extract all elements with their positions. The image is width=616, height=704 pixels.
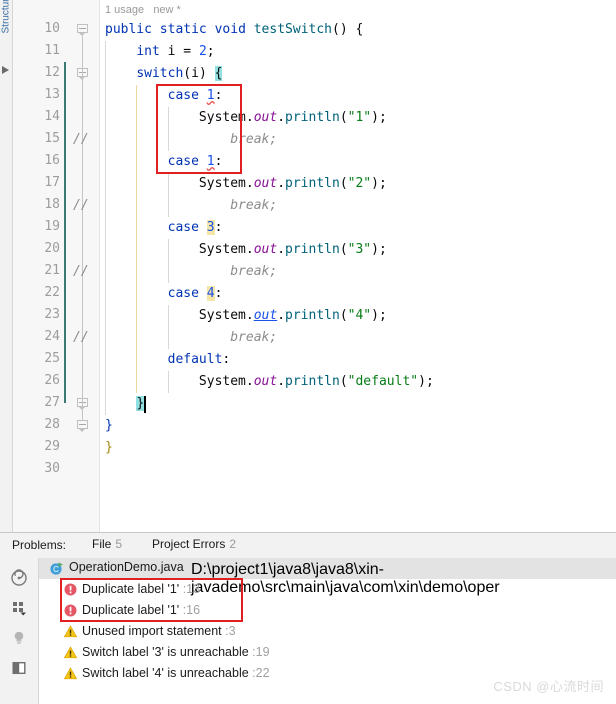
left-tool-window-strip: Structure bbox=[0, 0, 13, 532]
line-number: 28 bbox=[44, 417, 60, 432]
problem-item[interactable]: Switch label '4' is unreachable :22 bbox=[63, 663, 270, 687]
commented-out-marker[interactable]: // bbox=[73, 195, 89, 217]
indent-guide bbox=[167, 305, 169, 349]
problems-sidebar bbox=[0, 558, 39, 704]
code-line[interactable]: break; bbox=[105, 261, 277, 283]
line-number: 14 bbox=[44, 109, 60, 124]
watermark: CSDN @心流时间 bbox=[493, 679, 604, 694]
indent-guide bbox=[105, 41, 106, 415]
annotation-box-duplicate-case bbox=[156, 84, 242, 174]
inspection-scope-icon[interactable] bbox=[10, 569, 28, 587]
line-number: 18 bbox=[44, 197, 60, 212]
code-line[interactable]: } bbox=[105, 393, 145, 415]
fold-rail bbox=[82, 80, 83, 398]
problems-tool-window: Problems: File 5 Project Errors 2 C Oper… bbox=[0, 532, 616, 704]
line-number: 13 bbox=[44, 87, 60, 102]
commented-out-marker[interactable]: // bbox=[73, 327, 89, 349]
problem-message: Switch label '4' is unreachable bbox=[82, 666, 249, 680]
line-number: 26 bbox=[44, 373, 60, 388]
code-line[interactable]: case 3: bbox=[105, 217, 222, 239]
code-line[interactable]: System.out.println("default"); bbox=[105, 371, 434, 393]
problem-item[interactable]: Switch label '3' is unreachable :19 bbox=[63, 642, 270, 663]
code-line[interactable]: } bbox=[105, 437, 113, 459]
ide-window: Structure 10 11 12 13 14 15 16 17 18 19 20 21 22 23 24… bbox=[0, 0, 616, 704]
tab-file[interactable]: File 5 bbox=[92, 537, 131, 561]
problems-file-name: OperationDemo.java bbox=[69, 560, 184, 574]
commented-out-marker[interactable]: // bbox=[73, 261, 89, 283]
line-number-gutter: 10 11 12 13 14 15 16 17 18 19 20 21 22 23 24 25 26 27 28 29… bbox=[13, 0, 66, 532]
tab-file-count: 5 bbox=[115, 537, 123, 551]
line-number: 12 bbox=[44, 65, 60, 80]
warning-icon bbox=[63, 666, 78, 687]
line-number: 21 bbox=[44, 263, 60, 278]
indent-guide bbox=[167, 371, 169, 393]
line-number: 23 bbox=[44, 307, 60, 322]
code-line[interactable]: public static void testSwitch() { bbox=[105, 19, 363, 41]
line-number: 29 bbox=[44, 439, 60, 454]
commented-out-marker[interactable]: // bbox=[73, 129, 89, 151]
expand-arrow-icon[interactable] bbox=[2, 66, 9, 74]
preview-pane-icon[interactable] bbox=[10, 659, 28, 677]
problem-line-number: :22 bbox=[252, 666, 270, 680]
line-number: 17 bbox=[44, 175, 60, 190]
code-line[interactable]: default: bbox=[105, 349, 231, 371]
group-by-icon[interactable] bbox=[10, 599, 28, 617]
code-line[interactable]: System.out.println("4"); bbox=[105, 305, 387, 327]
line-number: 22 bbox=[44, 285, 60, 300]
problem-message: Switch label '3' is unreachable bbox=[82, 645, 249, 659]
code-vision-hint[interactable]: 1 usage new * bbox=[105, 0, 181, 21]
code-line[interactable]: System.out.println("2"); bbox=[105, 173, 387, 195]
line-number: 27 bbox=[44, 395, 60, 410]
line-number: 10 bbox=[44, 21, 60, 36]
code-line[interactable]: } bbox=[105, 415, 113, 437]
code-line[interactable]: int i = 2; bbox=[105, 41, 214, 63]
lightbulb-icon[interactable] bbox=[10, 629, 28, 647]
code-line[interactable]: System.out.println("1"); bbox=[105, 107, 387, 129]
line-number: 24 bbox=[44, 329, 60, 344]
editor-area: Structure 10 11 12 13 14 15 16 17 18 19 20 21 22 23 24… bbox=[0, 0, 616, 532]
tab-file-label: File bbox=[92, 537, 112, 551]
problems-file-path: D:\project1\java8\java8\xin-javademo\src… bbox=[191, 561, 500, 596]
problems-tab-bar: Problems: File 5 Project Errors 2 bbox=[0, 533, 616, 561]
vcs-change-marker[interactable] bbox=[64, 62, 66, 403]
code-text-area[interactable]: 1 usage new * public static void testSwit… bbox=[73, 0, 616, 532]
line-number: 15 bbox=[44, 131, 60, 146]
problem-line-number: :19 bbox=[252, 645, 270, 659]
line-number: 20 bbox=[44, 241, 60, 256]
line-number: 25 bbox=[44, 351, 60, 366]
code-line[interactable]: System.out.println("3"); bbox=[105, 239, 387, 261]
fold-marker-icon[interactable] bbox=[77, 420, 88, 432]
annotation-box-duplicate-label-errors bbox=[60, 578, 243, 622]
code-line[interactable]: switch(i) { bbox=[105, 63, 223, 85]
text-caret bbox=[144, 396, 147, 413]
code-line[interactable]: case 4: bbox=[105, 283, 222, 305]
line-number: 19 bbox=[44, 219, 60, 234]
indent-guide bbox=[167, 239, 169, 283]
problem-message: Unused import statement bbox=[82, 624, 222, 638]
code-line[interactable]: break; bbox=[105, 195, 277, 217]
problems-label: Problems: bbox=[12, 538, 67, 552]
tab-project-errors[interactable]: Project Errors 2 bbox=[152, 537, 236, 558]
indent-guide bbox=[167, 173, 169, 217]
svg-text:C: C bbox=[53, 565, 59, 574]
code-line[interactable]: break; bbox=[105, 327, 277, 349]
problem-item[interactable]: Unused import statement :3 bbox=[63, 621, 236, 642]
problem-line-number: :3 bbox=[225, 624, 236, 638]
problems-file-row[interactable]: C OperationDemo.java D:\project1\java8\jav… bbox=[39, 558, 616, 596]
tab-project-errors-label: Project Errors bbox=[152, 537, 226, 551]
line-number: 30 bbox=[44, 461, 60, 476]
indent-guide bbox=[136, 85, 138, 393]
structure-tool-tab[interactable]: Structure bbox=[1, 0, 14, 34]
line-number: 11 bbox=[44, 43, 60, 58]
fold-marker-icon[interactable] bbox=[77, 24, 88, 36]
tab-project-errors-count: 2 bbox=[229, 537, 237, 551]
line-number: 16 bbox=[44, 153, 60, 168]
